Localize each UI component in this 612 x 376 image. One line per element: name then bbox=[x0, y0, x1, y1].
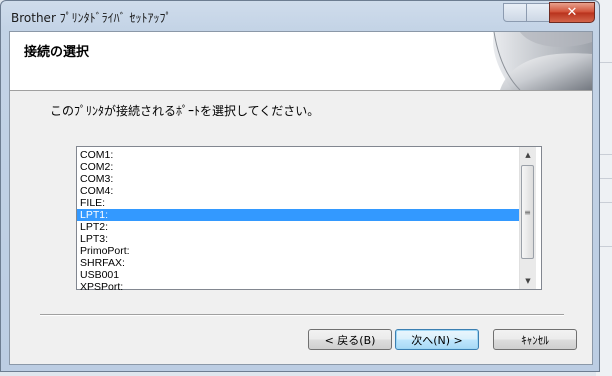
dialog-client-area: 接続の選択 このﾌﾟﾘﾝﾀが接続されるﾎﾟｰﾄを選択してください。 COM1: … bbox=[9, 31, 593, 365]
wizard-header: 接続の選択 bbox=[10, 32, 592, 91]
port-item-file[interactable]: FILE: bbox=[77, 197, 519, 209]
page-title: 接続の選択 bbox=[24, 45, 90, 60]
minimize-button[interactable] bbox=[503, 3, 527, 22]
port-item-com3[interactable]: COM3: bbox=[77, 173, 519, 185]
port-item-com2[interactable]: COM2: bbox=[77, 161, 519, 173]
port-item-lpt1[interactable]: LPT1: bbox=[77, 209, 519, 221]
port-listbox[interactable]: COM1: COM2: COM3: COM4: FILE: LPT1: LPT2: LPT3:… bbox=[76, 146, 542, 293]
port-list: COM1: COM2: COM3: COM4: FILE: LPT1: LPT2: LPT3:… bbox=[77, 149, 519, 293]
port-item-shrfax[interactable]: SHRFAX: bbox=[77, 257, 519, 269]
port-item-xpsport[interactable]: XPSPort: bbox=[77, 281, 519, 293]
instruction-text: このﾌﾟﾘﾝﾀが接続されるﾎﾟｰﾄを選択してください。 bbox=[50, 104, 320, 118]
setup-dialog: Brother ﾌﾟﾘﾝﾀﾄﾞﾗｲﾊﾞ ｾｯﾄｱｯﾌﾟ ✕ 接続の選択 このﾌﾟ… bbox=[0, 0, 600, 372]
close-button[interactable]: ✕ bbox=[549, 2, 595, 23]
port-item-lpt2[interactable]: LPT2: bbox=[77, 221, 519, 233]
scroll-up-arrow[interactable]: ▲ bbox=[520, 147, 536, 163]
scroll-down-arrow[interactable]: ▼ bbox=[520, 273, 536, 289]
port-item-lpt3[interactable]: LPT3: bbox=[77, 233, 519, 245]
close-icon: ✕ bbox=[566, 5, 578, 20]
port-item-com1[interactable]: COM1: bbox=[77, 149, 519, 161]
window-title: Brother ﾌﾟﾘﾝﾀﾄﾞﾗｲﾊﾞ ｾｯﾄｱｯﾌﾟ bbox=[11, 11, 172, 25]
maximize-button[interactable] bbox=[526, 3, 550, 22]
separator-line bbox=[40, 314, 564, 316]
port-item-primoport[interactable]: PrimoPort: bbox=[77, 245, 519, 257]
page-curl-graphic bbox=[493, 32, 592, 90]
port-item-com4[interactable]: COM4: bbox=[77, 185, 519, 197]
cancel-button[interactable]: ｷｬﾝｾﾙ bbox=[493, 329, 577, 350]
scroll-thumb[interactable]: ≡ bbox=[521, 165, 534, 259]
listbox-scrollbar[interactable]: ▲ ≡ ▼ bbox=[519, 147, 536, 289]
back-button[interactable]: < 戻る(B) bbox=[308, 329, 392, 350]
next-button[interactable]: 次へ(N) > bbox=[395, 329, 479, 350]
port-item-usb001[interactable]: USB001 bbox=[77, 269, 519, 281]
